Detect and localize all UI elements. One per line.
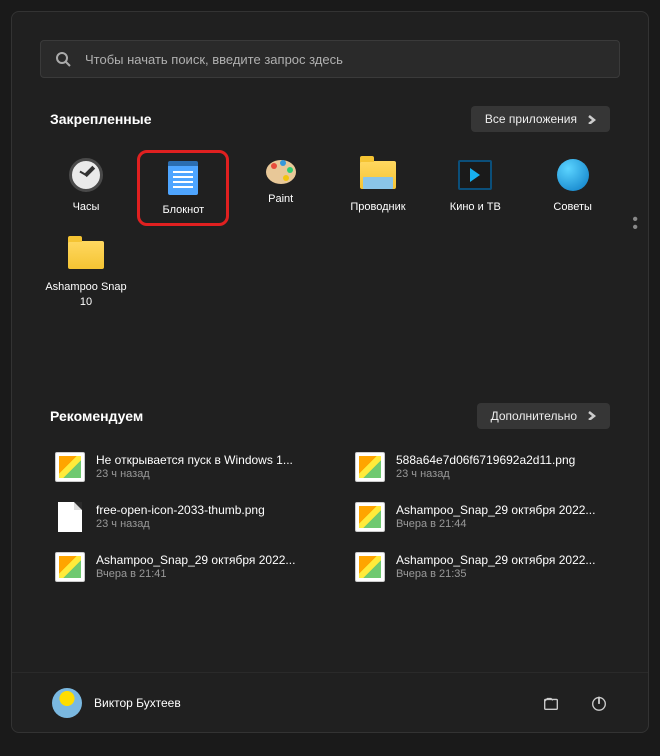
folder-icon xyxy=(68,241,104,269)
avatar xyxy=(52,688,82,718)
user-account[interactable]: Виктор Бухтеев xyxy=(52,688,181,718)
pinned-notepad[interactable]: Блокнот xyxy=(137,150,229,226)
chevron-right-icon xyxy=(587,411,596,420)
documents-icon[interactable] xyxy=(542,694,560,712)
start-footer: Виктор Бухтеев xyxy=(12,672,648,732)
search-icon xyxy=(55,51,71,67)
image-icon xyxy=(55,452,85,482)
search-input[interactable] xyxy=(85,52,605,67)
tips-icon xyxy=(557,159,589,191)
pinned-title: Закрепленные xyxy=(50,111,152,127)
recommended-item[interactable]: Ashampoo_Snap_29 октября 2022...Вчера в … xyxy=(350,497,610,537)
recommended-item[interactable]: 588a64e7d06f6719692a2d11.png23 ч назад xyxy=(350,447,610,487)
image-icon xyxy=(355,552,385,582)
clock-icon xyxy=(69,158,103,192)
image-icon xyxy=(55,552,85,582)
search-box[interactable] xyxy=(40,40,620,78)
pinned-clock[interactable]: Часы xyxy=(40,150,132,226)
all-apps-button[interactable]: Все приложения xyxy=(471,106,610,132)
notepad-icon xyxy=(168,161,198,195)
image-icon xyxy=(355,502,385,532)
pinned-tips[interactable]: Советы xyxy=(527,150,619,226)
file-icon xyxy=(58,502,82,532)
pinned-ashampoo[interactable]: Ashampoo Snap 10 xyxy=(40,230,132,315)
explorer-icon xyxy=(360,161,396,189)
image-icon xyxy=(355,452,385,482)
more-button[interactable]: Дополнительно xyxy=(477,403,610,429)
movies-icon xyxy=(458,160,492,190)
recommended-item[interactable]: Ashampoo_Snap_29 октября 2022...Вчера в … xyxy=(50,547,310,587)
pinned-section: Закрепленные Все приложения Часы Блокнот… xyxy=(40,106,620,315)
chevron-right-icon xyxy=(587,115,596,124)
start-menu: Закрепленные Все приложения Часы Блокнот… xyxy=(11,11,649,733)
recommended-section: Рекомендуем Дополнительно Не открывается… xyxy=(40,403,620,587)
recommended-item[interactable]: free-open-icon-2033-thumb.png23 ч назад xyxy=(50,497,310,537)
pinned-movies[interactable]: Кино и ТВ xyxy=(429,150,521,226)
more-pages-dots[interactable]: •• xyxy=(632,216,638,232)
recommended-item[interactable]: Ashampoo_Snap_29 октября 2022...Вчера в … xyxy=(350,547,610,587)
pinned-explorer[interactable]: Проводник xyxy=(332,150,424,226)
paint-icon xyxy=(264,156,298,186)
pinned-paint[interactable]: Paint xyxy=(235,150,327,226)
power-icon[interactable] xyxy=(590,694,608,712)
recommended-title: Рекомендуем xyxy=(50,408,143,424)
recommended-item[interactable]: Не открывается пуск в Windows 1...23 ч н… xyxy=(50,447,310,487)
